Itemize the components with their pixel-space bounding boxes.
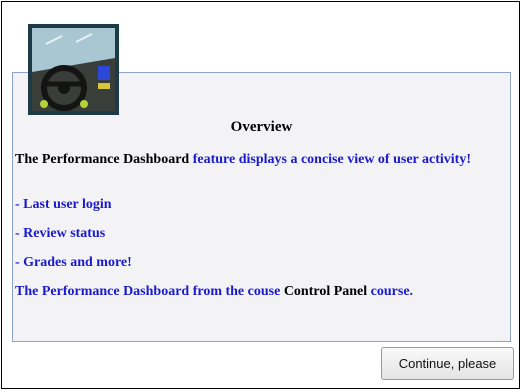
car-dashboard-icon [28, 24, 119, 115]
bullet-grades: - Grades and more! [15, 255, 132, 270]
intro-text: The Performance Dashboard feature displa… [15, 150, 507, 169]
overview-title: Overview [230, 119, 293, 135]
footer-part3: course. [367, 284, 414, 299]
footer-part1: The Performance Dashboard from the couse [15, 284, 284, 299]
product-name: The Performance Dashboard [15, 152, 190, 167]
intro-description: feature displays a concise view of user … [189, 152, 471, 167]
bullet-review-status: - Review status [15, 226, 106, 241]
footer-text: The Performance Dashboard from the couse… [15, 282, 507, 301]
continue-button[interactable]: Continue, please [381, 347, 514, 380]
bullet-last-login: - Last user login [15, 197, 112, 212]
control-panel-label: Control Panel [283, 284, 368, 299]
